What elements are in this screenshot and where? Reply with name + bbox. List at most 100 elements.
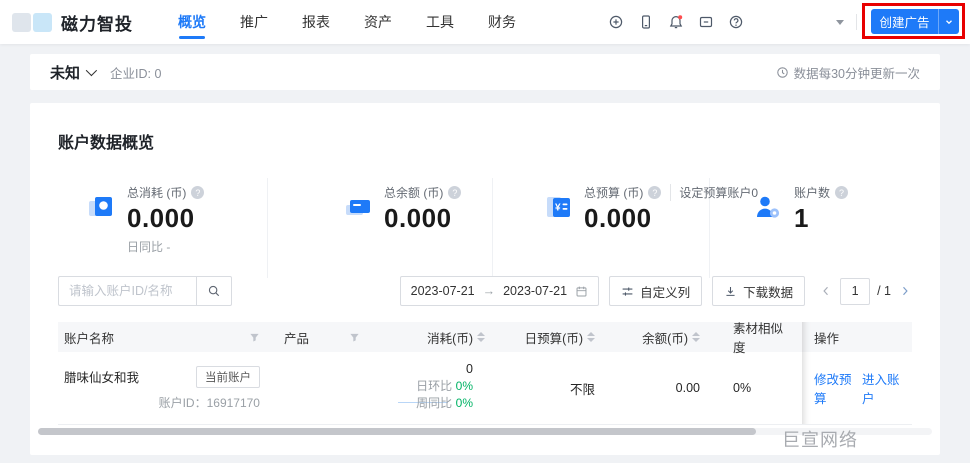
table-row: 腊味仙女和我 当前账户 账户ID：16917170 0 日环比 0% 周同比 0… (58, 352, 912, 425)
stat-label: 总余额 (币) (384, 186, 444, 200)
table-header-row: 账户名称 产品 消耗(币) 日预算(币) 余额(币) 素材相似度 操作 (58, 322, 912, 355)
overview-card: 账户数据概览 总消耗 (币) ? 0.000 日同比 - 总余额 (币) ? 0… (30, 103, 940, 455)
search-icon (208, 285, 220, 297)
main-menu: 概览 推广 报表 资产 工具 财务 (161, 0, 533, 44)
horizontal-scrollbar-thumb[interactable] (38, 428, 756, 435)
prev-page-icon[interactable] (819, 284, 833, 298)
page-number-input[interactable] (840, 277, 871, 305)
customize-columns-button[interactable]: 自定义列 (609, 276, 703, 306)
filter-funnel-icon[interactable] (349, 332, 360, 343)
help-tooltip-icon[interactable]: ? (648, 186, 662, 199)
budget-icon: ¥ (547, 197, 570, 217)
logo-square-left (12, 12, 31, 32)
account-selector-label[interactable]: 未知 (50, 62, 80, 83)
clock-icon (776, 66, 788, 78)
cell-daily-budget: 不限 (497, 352, 607, 424)
accounts-icon (757, 196, 780, 218)
account-search (58, 276, 232, 306)
download-data-button[interactable]: 下载数据 (712, 276, 806, 306)
create-ad-button[interactable]: 创建广告 (871, 9, 938, 34)
balance-icon (346, 200, 370, 215)
toolbar-right-group: 2023-07-21 → 2023-07-21 自定义列 下载数据 1 / 1 (399, 276, 912, 306)
accounts-table: 账户名称 产品 消耗(币) 日预算(币) 余额(币) 素材相似度 操作 腊味仙女… (58, 322, 912, 425)
date-range-arrow: → (482, 284, 496, 298)
account-name: 腊味仙女和我 (64, 371, 140, 385)
topnav-icon-group (608, 0, 744, 44)
modify-budget-link[interactable]: 修改预算 (814, 369, 852, 407)
day-ratio-label: 日环比 (416, 379, 453, 393)
week-ratio-label: 周同比 (416, 396, 453, 410)
day-ratio-value: 0% (455, 379, 473, 393)
th-account-name: 账户名称 (58, 322, 272, 352)
enter-account-link[interactable]: 进入账户 (862, 369, 900, 407)
cell-balance: 0.00 (607, 352, 712, 424)
account-subheader: 未知 企业ID: 0 数据每30分钟更新一次 (30, 54, 940, 90)
stat-label: 账户数 (794, 186, 831, 200)
tab-overview[interactable]: 概览 (161, 0, 223, 44)
similarity-value: 0% (733, 381, 752, 395)
top-navbar: 磁力智投 概览 推广 报表 资产 工具 财务 创建广告 (0, 0, 970, 44)
help-icon[interactable] (728, 14, 744, 30)
date-range-picker[interactable]: 2023-07-21 → 2023-07-21 (399, 276, 600, 306)
cell-account-name: 腊味仙女和我 当前账户 账户ID：16917170 (58, 352, 272, 424)
help-tooltip-icon[interactable]: ? (191, 186, 205, 199)
notification-bell-icon[interactable] (668, 14, 684, 30)
tab-assets[interactable]: 资产 (347, 0, 409, 44)
account-selector-caret-icon[interactable] (85, 64, 98, 77)
download-icon (726, 286, 735, 296)
week-ratio-value: 0% (455, 396, 473, 410)
spend-value: 0 (466, 362, 473, 376)
page-total: / 1 (877, 284, 891, 298)
tab-finance[interactable]: 财务 (471, 0, 533, 44)
tab-tools[interactable]: 工具 (409, 0, 471, 44)
next-page-icon[interactable] (898, 284, 912, 298)
filter-funnel-icon[interactable] (249, 332, 260, 343)
logo-square-right (33, 12, 52, 32)
calendar-icon (576, 286, 587, 296)
stat-value: 0.000 (127, 203, 195, 233)
stat-total-spend: 总消耗 (币) ? 0.000 日同比 - (58, 178, 268, 278)
data-refresh-note: 数据每30分钟更新一次 (776, 63, 920, 82)
create-ad-dropdown-arrow[interactable] (938, 9, 959, 34)
recharge-icon[interactable] (608, 14, 624, 30)
th-material-similarity: 素材相似度 (733, 322, 784, 355)
cell-spend: 0 日环比 0% 周同比 0% (372, 352, 497, 424)
stat-label: 总消耗 (币) (127, 186, 187, 200)
th-actions: 操作 (802, 322, 912, 352)
help-tooltip-icon[interactable]: ? (448, 186, 462, 199)
profile-dropdown-caret[interactable] (836, 20, 844, 25)
brand-title: 磁力智投 (61, 14, 133, 34)
stat-account-count: 账户数 ? 1 (710, 178, 912, 278)
magnetic-engine-dashboard: 磁力智投 概览 推广 报表 资产 工具 财务 创建广告 未知 企业ID: 0 数… (0, 0, 970, 463)
sort-icon[interactable] (692, 332, 700, 342)
cell-actions: 修改预算 进入账户 (802, 352, 912, 424)
table-toolbar: 2023-07-21 → 2023-07-21 自定义列 (58, 276, 912, 306)
cell-similarity: 0% (712, 352, 802, 424)
help-tooltip-icon[interactable]: ? (835, 186, 849, 199)
sort-icon[interactable] (477, 332, 485, 342)
nav-divider (856, 14, 857, 30)
th-product: 产品 (272, 322, 372, 352)
tab-reports[interactable]: 报表 (285, 0, 347, 44)
date-start[interactable]: 2023-07-21 (411, 284, 475, 298)
stat-daily-compare: 日同比 - (127, 240, 171, 254)
create-ad-split-button[interactable]: 创建广告 (871, 9, 959, 34)
search-input[interactable] (58, 276, 196, 306)
enterprise-id: 企业ID: 0 (110, 66, 162, 81)
stat-total-balance: 总余额 (币) ? 0.000 (268, 178, 493, 278)
balance-value: 0.00 (675, 381, 700, 395)
stat-value: 0.000 (384, 203, 452, 233)
cell-product (272, 352, 372, 424)
message-icon[interactable] (698, 14, 714, 30)
sort-icon[interactable] (587, 332, 595, 342)
th-balance: 余额(币) (607, 322, 712, 352)
tab-promotion[interactable]: 推广 (223, 0, 285, 44)
stat-value: 1 (794, 203, 809, 233)
date-end[interactable]: 2023-07-21 (503, 284, 567, 298)
stat-total-budget: ¥ 总预算 (币) ? 设定预算账户0 0.000 (493, 178, 758, 278)
search-button[interactable] (196, 276, 232, 306)
mobile-icon[interactable] (638, 14, 654, 30)
spend-icon (89, 197, 112, 216)
current-account-badge: 当前账户 (196, 365, 260, 388)
pagination: / 1 (819, 277, 912, 305)
